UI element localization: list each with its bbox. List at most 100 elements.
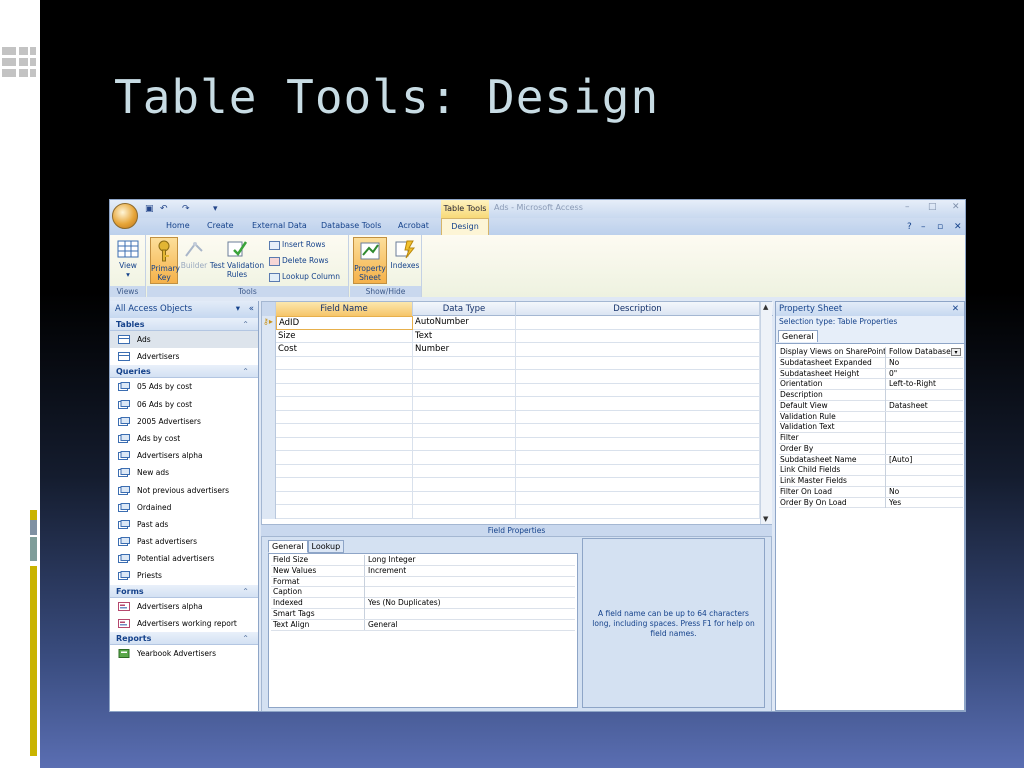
nav-section-reports[interactable]: Reports ⌃ <box>110 632 258 645</box>
nav-section-forms[interactable]: Forms ⌃ <box>110 584 258 598</box>
property-row[interactable]: Order By <box>779 443 963 455</box>
nav-item-query[interactable]: New ads <box>110 464 258 481</box>
data-type-cell[interactable] <box>413 478 516 492</box>
property-row[interactable]: Display Views on SharePoint Follow Databa… <box>779 347 963 358</box>
undo-icon[interactable]: ↶ <box>160 204 168 214</box>
field-name-cell[interactable] <box>276 437 413 451</box>
field-name-cell[interactable] <box>276 464 413 478</box>
test-validation-rules-button[interactable]: Test Validation Rules <box>209 239 265 279</box>
nav-item-form[interactable]: Advertisers working report <box>110 615 258 632</box>
nav-section-queries[interactable]: Queries ⌃ <box>110 365 258 379</box>
customize-toolbar-icon[interactable]: ▾ <box>213 204 218 214</box>
column-header-description[interactable]: Description <box>516 302 760 316</box>
nav-item-table[interactable]: Advertisers <box>110 348 258 365</box>
tab-create[interactable]: Create <box>207 221 234 230</box>
data-type-cell[interactable]: Number <box>413 343 516 357</box>
office-button[interactable] <box>112 203 138 229</box>
tab-external-data[interactable]: External Data <box>252 221 307 230</box>
property-row[interactable]: Order By On Load Yes <box>779 497 963 509</box>
data-type-cell[interactable] <box>413 410 516 424</box>
row-selector[interactable] <box>262 397 276 411</box>
dropdown-arrow-icon[interactable]: ▾ <box>951 348 961 356</box>
nav-item-query[interactable]: Past advertisers <box>110 533 258 550</box>
nav-item-table[interactable]: Ads <box>110 331 258 349</box>
grid-row[interactable] <box>262 410 760 424</box>
field-name-cell[interactable]: Cost <box>276 343 413 357</box>
grid-row[interactable] <box>262 451 760 465</box>
ribbon-minimize-button[interactable]: – <box>921 222 926 232</box>
grid-row[interactable] <box>262 383 760 397</box>
row-selector[interactable] <box>262 424 276 438</box>
maximize-button[interactable]: □ <box>928 202 937 212</box>
row-selector[interactable] <box>262 329 276 343</box>
tab-database-tools[interactable]: Database Tools <box>321 221 381 230</box>
grid-row[interactable] <box>262 491 760 505</box>
collapse-icon[interactable]: ⌃ <box>242 632 249 645</box>
data-type-cell[interactable] <box>413 491 516 505</box>
field-name-cell[interactable] <box>276 397 413 411</box>
data-type-cell[interactable] <box>413 505 516 519</box>
column-header-field-name[interactable]: Field Name <box>276 302 413 316</box>
field-property-row[interactable]: Text Align General <box>271 619 575 631</box>
row-selector[interactable] <box>262 451 276 465</box>
property-value[interactable]: Follow Database <box>889 347 959 358</box>
help-icon[interactable]: ? <box>907 222 912 232</box>
description-cell[interactable] <box>516 464 760 478</box>
property-row[interactable]: Subdatasheet Height 0" <box>779 368 963 380</box>
description-cell[interactable] <box>516 437 760 451</box>
tab-fp-general[interactable]: General <box>268 540 308 553</box>
field-name-cell[interactable] <box>276 478 413 492</box>
scroll-down-icon[interactable]: ▼ <box>763 515 768 523</box>
grid-corner[interactable] <box>262 302 276 316</box>
ribbon-close-button[interactable]: ✕ <box>954 222 962 232</box>
redo-icon[interactable]: ↷ <box>182 204 190 214</box>
nav-item-query[interactable]: 05 Ads by cost <box>110 378 258 395</box>
row-selector[interactable] <box>262 505 276 519</box>
grid-row[interactable] <box>262 478 760 492</box>
nav-item-report[interactable]: Yearbook Advertisers <box>110 645 258 662</box>
grid-row[interactable]: Cost Number <box>262 343 760 357</box>
grid-row[interactable] <box>262 356 760 370</box>
property-value[interactable]: Long Integer <box>368 555 416 566</box>
field-name-cell[interactable]: Size <box>276 329 413 343</box>
save-icon[interactable]: ▣ <box>145 204 154 214</box>
nav-item-query[interactable]: Ads by cost <box>110 430 258 447</box>
field-property-row[interactable]: Indexed Yes (No Duplicates) <box>271 598 575 609</box>
grid-row[interactable]: Size Text <box>262 329 760 343</box>
data-type-cell[interactable] <box>413 451 516 465</box>
field-name-cell[interactable] <box>276 356 413 370</box>
ribbon-restore-button[interactable]: ▫ <box>937 222 943 232</box>
description-cell[interactable] <box>516 410 760 424</box>
field-property-row[interactable]: Caption <box>271 587 575 599</box>
description-cell[interactable] <box>516 397 760 411</box>
property-value[interactable]: 0" <box>889 369 959 380</box>
row-selector[interactable] <box>262 343 276 357</box>
data-type-cell[interactable] <box>413 437 516 451</box>
property-value[interactable]: Increment <box>368 566 406 577</box>
property-row[interactable]: Subdatasheet Expanded No <box>779 357 963 369</box>
data-type-cell[interactable] <box>413 397 516 411</box>
property-value[interactable]: Datasheet <box>889 401 959 412</box>
property-row[interactable]: Description <box>779 390 963 401</box>
nav-item-query[interactable]: Past ads <box>110 516 258 533</box>
description-cell[interactable] <box>516 356 760 370</box>
field-property-row[interactable]: Smart Tags <box>271 608 575 620</box>
property-sheet-button[interactable]: Property Sheet <box>353 237 387 284</box>
nav-item-query[interactable]: Not previous advertisers <box>110 482 258 499</box>
nav-section-tables[interactable]: Tables ⌃ <box>110 318 258 331</box>
data-type-cell[interactable] <box>413 370 516 384</box>
description-cell[interactable] <box>516 383 760 397</box>
tab-fp-lookup[interactable]: Lookup <box>307 540 345 553</box>
field-name-cell[interactable] <box>276 383 413 397</box>
property-row[interactable]: Validation Text <box>779 422 963 433</box>
data-type-cell[interactable] <box>413 424 516 438</box>
property-row[interactable]: Orientation Left-to-Right <box>779 379 963 390</box>
close-icon[interactable]: ✕ <box>952 302 959 316</box>
description-cell[interactable] <box>516 424 760 438</box>
property-value[interactable]: General <box>368 620 398 631</box>
grid-row[interactable] <box>262 370 760 384</box>
grid-row[interactable]: ⚷▸ AdID AutoNumber <box>262 316 760 330</box>
description-cell[interactable] <box>516 316 760 330</box>
property-row[interactable]: Filter <box>779 433 963 444</box>
nav-collapse-icon[interactable]: « <box>249 301 254 318</box>
